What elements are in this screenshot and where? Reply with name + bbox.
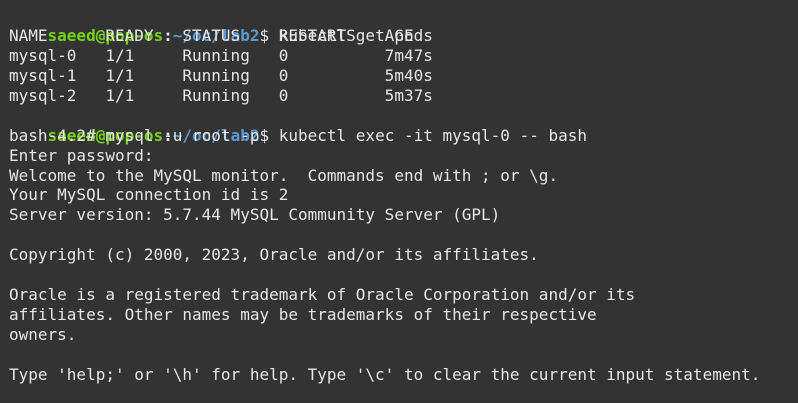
trademark-line: Oracle is a registered trademark of Orac… (9, 285, 636, 305)
prompt-line: saeed@pop-os:~/oc/lab2$ kubectl exec -it… (9, 106, 798, 145)
pods-table-header: NAME READY STATUS RESTARTS AGE (9, 25, 414, 45)
prompt-symbol: $ (259, 125, 279, 145)
terminal-window[interactable]: saeed@pop-os:~/oc/lab2$ kubectl get pods… (0, 0, 798, 403)
command-text: kubectl exec -it mysql-0 -- bash (278, 125, 587, 145)
copyright-line: Copyright (c) 2000, 2023, Oracle and/or … (9, 245, 539, 265)
server-version-line: Server version: 5.7.44 MySQL Community S… (9, 205, 501, 225)
pods-table-row: mysql-2 1/1 Running 0 5m37s (9, 85, 433, 105)
prompt-line: saeed@pop-os:~/oc/lab2$ kubectl get pods (9, 6, 798, 45)
help-line: Type 'help;' or '\h' for help. Type '\c'… (9, 364, 761, 384)
enter-password-line: Enter password: (9, 145, 154, 165)
welcome-line: Welcome to the MySQL monitor. Commands e… (9, 165, 559, 185)
pods-table-row: mysql-0 1/1 Running 0 7m47s (9, 45, 433, 65)
trademark-line: affiliates. Other names may be trademark… (9, 305, 597, 325)
pods-table-row: mysql-1 1/1 Running 0 5m40s (9, 65, 433, 85)
trademark-line: owners. (9, 325, 77, 344)
connection-id-line: Your MySQL connection id is 2 (9, 185, 289, 205)
